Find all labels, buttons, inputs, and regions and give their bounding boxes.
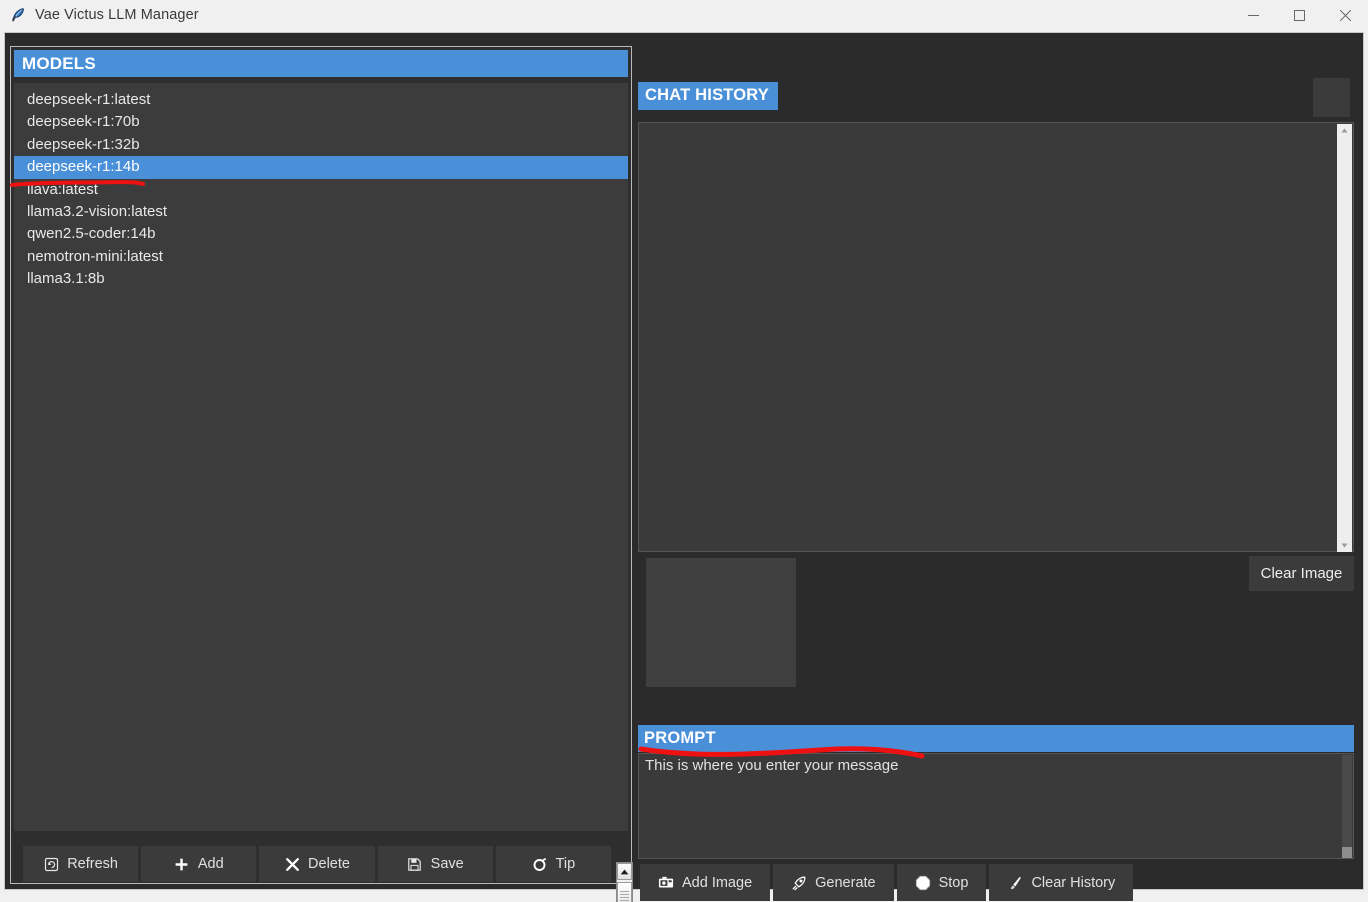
- model-list-item[interactable]: deepseek-r1:32b: [14, 134, 628, 156]
- clear-history-button[interactable]: Clear History: [989, 864, 1134, 901]
- minimize-button[interactable]: [1230, 0, 1276, 30]
- models-list[interactable]: deepseek-r1:latest deepseek-r1:70b deepsee…: [14, 83, 628, 831]
- prompt-text-value: This is where you enter your message: [645, 757, 899, 774]
- generate-button-label: Generate: [815, 874, 876, 891]
- chat-scroll-up-icon[interactable]: [1338, 124, 1351, 137]
- chat-scroll-down-icon[interactable]: [1338, 539, 1351, 552]
- model-list-item[interactable]: llama3.1:8b: [14, 268, 628, 290]
- stop-button[interactable]: Stop: [896, 864, 987, 901]
- camera-icon: [658, 875, 674, 891]
- chat-panel: CHAT HISTORY Clear Image PROMPT This is …: [638, 46, 1354, 901]
- model-list-item[interactable]: deepseek-r1:70b: [14, 111, 628, 133]
- prompt-scrollbar[interactable]: [1342, 755, 1352, 858]
- models-scrollbar[interactable]: [616, 862, 633, 902]
- add-button[interactable]: Add: [141, 846, 257, 882]
- models-header: MODELS: [14, 50, 628, 77]
- floppy-disk-icon: [407, 856, 423, 872]
- cross-icon: [284, 856, 300, 872]
- prompt-scrollbar-thumb[interactable]: [1342, 847, 1352, 858]
- app-window: Vae Victus LLM Manager MODELS deepseek-r…: [0, 0, 1368, 902]
- delete-button[interactable]: Delete: [259, 846, 375, 882]
- rocket-icon: [791, 875, 807, 891]
- scroll-up-arrow-icon[interactable]: [617, 863, 632, 880]
- chat-history-scrollbar[interactable]: [1337, 124, 1352, 552]
- clear-image-button[interactable]: Clear Image: [1249, 556, 1354, 591]
- image-preview[interactable]: [646, 558, 796, 687]
- stop-button-label: Stop: [938, 874, 969, 891]
- octagon-icon: [915, 875, 931, 891]
- chat-history-box[interactable]: [638, 122, 1354, 552]
- save-button[interactable]: Save: [377, 846, 493, 882]
- feather-quill-icon: [10, 7, 26, 23]
- model-list-item[interactable]: nemotron-mini:latest: [14, 246, 628, 268]
- chat-corner-button[interactable]: [1313, 78, 1350, 117]
- models-button-row: Refresh Add Delete Save Tip: [23, 846, 612, 882]
- prompt-header-label: PROMPT: [644, 729, 716, 747]
- add-image-button[interactable]: Add Image: [640, 864, 771, 901]
- ring-icon: [532, 856, 548, 872]
- delete-button-label: Delete: [308, 856, 350, 872]
- models-panel: MODELS deepseek-r1:latest deepseek-r1:70b…: [10, 46, 633, 902]
- models-header-label: MODELS: [22, 53, 96, 73]
- add-image-button-label: Add Image: [682, 874, 753, 891]
- brush-icon: [1007, 875, 1023, 891]
- tip-button[interactable]: Tip: [495, 846, 612, 882]
- tip-button-label: Tip: [555, 856, 576, 872]
- title-bar: Vae Victus LLM Manager: [0, 0, 1368, 30]
- client-area: MODELS deepseek-r1:latest deepseek-r1:70b…: [0, 30, 1368, 902]
- refresh-button[interactable]: Refresh: [23, 846, 139, 882]
- chat-history-label: CHAT HISTORY: [638, 82, 779, 110]
- add-button-label: Add: [197, 856, 224, 872]
- prompt-header: PROMPT: [638, 725, 1354, 752]
- model-list-item[interactable]: llava:latest: [14, 179, 628, 201]
- refresh-icon: [43, 856, 59, 872]
- model-list-item[interactable]: qwen2.5-coder:14b: [14, 223, 628, 245]
- maximize-button[interactable]: [1276, 0, 1322, 30]
- model-list-item[interactable]: deepseek-r1:latest: [14, 89, 628, 111]
- prompt-input[interactable]: This is where you enter your message: [638, 753, 1354, 859]
- window-title: Vae Victus LLM Manager: [35, 7, 199, 23]
- window-controls: [1230, 0, 1368, 30]
- chat-button-row: Add Image Generate Stop Clear History: [640, 864, 1352, 901]
- model-list-item[interactable]: llama3.2-vision:latest: [14, 201, 628, 223]
- scrollbar-thumb[interactable]: [617, 882, 632, 902]
- clear-history-button-label: Clear History: [1031, 874, 1116, 891]
- generate-button[interactable]: Generate: [773, 864, 894, 901]
- save-button-label: Save: [430, 856, 464, 872]
- plus-icon: [174, 856, 190, 872]
- close-button[interactable]: [1322, 0, 1368, 30]
- model-list-item[interactable]: deepseek-r1:14b: [14, 156, 628, 179]
- refresh-button-label: Refresh: [67, 856, 118, 872]
